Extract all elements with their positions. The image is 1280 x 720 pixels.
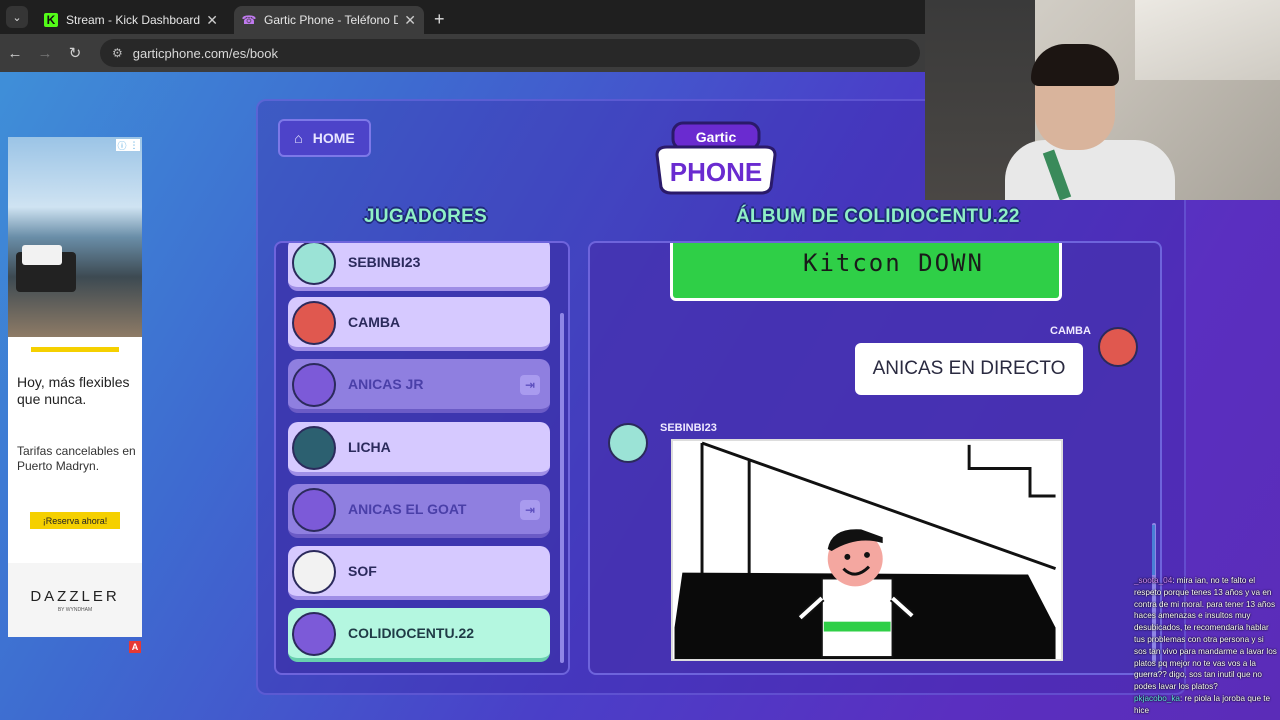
- player-row[interactable]: ANICAS JR ⇥: [288, 359, 550, 413]
- avatar: [292, 426, 336, 470]
- webcam-shirt: [1005, 140, 1175, 200]
- chat-user: pkjacobo_ka: [1134, 693, 1180, 703]
- exit-icon: ⇥: [520, 375, 540, 395]
- drawing-canvas: Kitcon DOWN: [677, 243, 1055, 293]
- player-name: ANICAS JR: [348, 376, 424, 392]
- ad-photo: ⓘ ⋮: [8, 137, 142, 337]
- tab-gartic-phone[interactable]: ☎ Gartic Phone - Teléfono Descon ✕: [234, 6, 424, 34]
- logo-top-text: Gartic: [696, 129, 737, 145]
- player-name: COLIDIOCENTU.22: [348, 625, 475, 641]
- ad-accent-bar: [31, 347, 119, 352]
- ad-subtext: Tarifas cancelables en Puerto Madryn.: [17, 444, 136, 473]
- message-author: CAMBA: [1050, 325, 1091, 337]
- close-icon[interactable]: ✕: [404, 12, 416, 29]
- tab-kick-dashboard[interactable]: K Stream - Kick Dashboard ✕: [36, 6, 226, 34]
- site-settings-icon[interactable]: ⚙: [112, 46, 123, 60]
- home-label: HOME: [312, 130, 355, 146]
- tab-search-button[interactable]: ⌄: [6, 6, 28, 28]
- stream-chat: _soota_04: mira ian, no te falto el resp…: [1134, 575, 1278, 717]
- tab-title: Gartic Phone - Teléfono Descon: [264, 13, 399, 27]
- phone-icon: ☎: [241, 13, 257, 27]
- album-title: ÁLBUM DE COLIDIOCENTU.22: [736, 206, 1020, 227]
- tab-title: Stream - Kick Dashboard: [66, 13, 201, 27]
- exit-icon: ⇥: [520, 500, 540, 520]
- home-icon: ⌂: [294, 130, 303, 146]
- ad-brand-sub: BY WYNDHAM: [57, 606, 93, 613]
- player-row[interactable]: LICHA: [288, 422, 550, 476]
- avatar: [292, 550, 336, 594]
- player-row[interactable]: CAMBA: [288, 297, 550, 351]
- player-name: LICHA: [348, 439, 391, 455]
- player-row[interactable]: SOF: [288, 546, 550, 600]
- ad-choices-icon[interactable]: A: [129, 641, 141, 653]
- players-list[interactable]: SEBINBI23 CAMBA ANICAS JR ⇥ LICHA ANICAS…: [274, 241, 570, 675]
- home-button[interactable]: ⌂ HOME: [278, 119, 371, 157]
- album-view[interactable]: Kitcon DOWN CAMBA ANICAS EN DIRECTO SEBI…: [588, 241, 1162, 675]
- chat-message: _soota_04: mira ian, no te falto el resp…: [1134, 575, 1278, 693]
- url-text: garticphone.com/es/book: [132, 45, 279, 61]
- chat-scrollbar: [1152, 525, 1155, 575]
- webcam-hair: [1031, 44, 1119, 86]
- players-title: JUGADORES: [364, 206, 488, 227]
- player-name: SEBINBI23: [348, 254, 421, 270]
- back-icon[interactable]: ←: [0, 45, 30, 62]
- ad-brand-name: DAZZLER: [30, 587, 120, 605]
- message-bubble: ANICAS EN DIRECTO: [855, 343, 1083, 395]
- avatar: [292, 363, 336, 407]
- webcam-overlay: [925, 0, 1280, 200]
- reload-icon[interactable]: ↻: [60, 44, 90, 62]
- player-name: CAMBA: [348, 314, 401, 330]
- players-scrollbar[interactable]: [560, 313, 564, 663]
- logo-bottom-text: PHONE: [670, 157, 762, 187]
- chat-text: : mira ian, no te falto el respeto porqu…: [1134, 576, 1277, 692]
- chat-message: pkjacobo_ka: re piola la joroba que te h…: [1134, 693, 1278, 717]
- ad-headline: Hoy, más flexibles que nunca.: [17, 374, 130, 407]
- gartic-phone-logo: Gartic PHONE: [655, 121, 777, 195]
- ad-brand: DAZZLER BY WYNDHAM: [8, 563, 142, 637]
- player-name: SOF: [348, 563, 377, 579]
- kick-icon: K: [44, 13, 58, 27]
- advertisement[interactable]: ⓘ ⋮ Hoy, más flexibles que nunca. Tarifas…: [8, 137, 142, 637]
- webcam-ceiling: [1135, 0, 1280, 80]
- player-row[interactable]: ANICAS EL GOAT ⇥: [288, 484, 550, 538]
- url-input[interactable]: ⚙ garticphone.com/es/book: [100, 39, 920, 67]
- drawing-author: SEBINBI23: [660, 422, 717, 434]
- player-name: ANICAS EL GOAT: [348, 501, 467, 517]
- avatar: [608, 423, 648, 463]
- ad-info-icon[interactable]: ⓘ ⋮: [116, 139, 140, 151]
- album-drawing-card: Kitcon DOWN: [670, 243, 1062, 301]
- cushion-shape: [22, 245, 62, 265]
- avatar: [292, 612, 336, 656]
- new-tab-button[interactable]: +: [434, 9, 445, 30]
- avatar: [292, 488, 336, 532]
- close-icon[interactable]: ✕: [206, 12, 218, 29]
- player-row-current[interactable]: COLIDIOCENTU.22: [288, 608, 550, 662]
- chat-user: _soota_04: [1134, 576, 1173, 585]
- forward-icon[interactable]: →: [30, 45, 60, 62]
- avatar: [1098, 327, 1138, 367]
- player-drawing: [671, 439, 1063, 661]
- scribble-text: Kitcon DOWN: [803, 249, 984, 277]
- avatar: [292, 243, 336, 285]
- player-row[interactable]: SEBINBI23: [288, 243, 550, 291]
- avatar: [292, 301, 336, 345]
- ad-cta-button[interactable]: ¡Reserva ahora!: [30, 512, 120, 529]
